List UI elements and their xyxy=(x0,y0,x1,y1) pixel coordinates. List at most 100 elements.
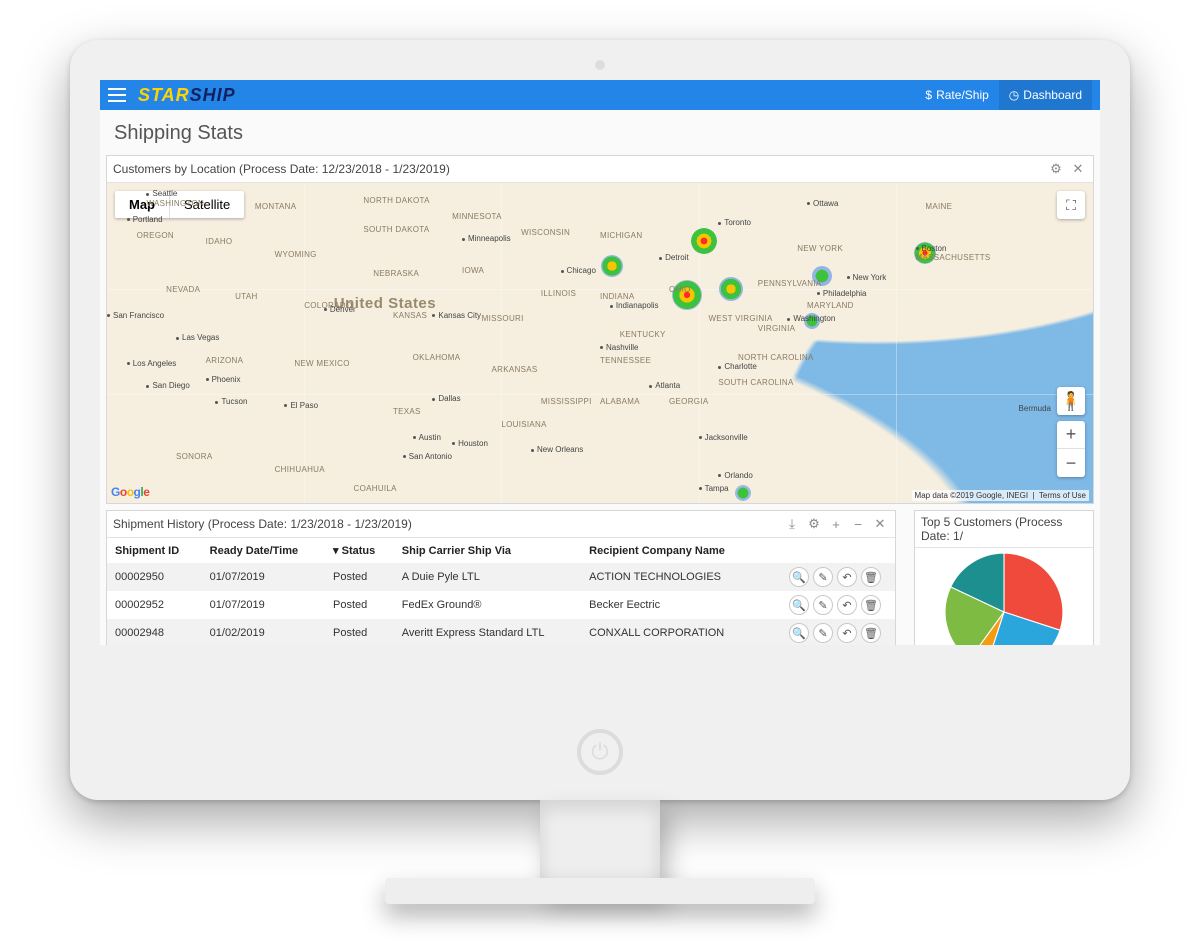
clock-icon: ◷ xyxy=(1009,88,1019,102)
brand-star: STAR xyxy=(138,85,190,105)
col-status[interactable]: ▾ Status xyxy=(325,538,394,563)
map-terms-link[interactable]: Terms of Use xyxy=(1039,491,1086,500)
camera-dot xyxy=(595,60,605,70)
row-actions: 🔍✎↶🗑 xyxy=(768,623,887,643)
map-city-label: New York xyxy=(847,273,887,282)
map-state-label: KENTUCKY xyxy=(620,330,666,339)
magnifier-icon[interactable]: 🔍 xyxy=(789,595,809,615)
undo-icon[interactable]: ↶ xyxy=(837,567,857,587)
heatspot xyxy=(735,485,751,501)
gear-icon[interactable]: ⚙ xyxy=(1047,160,1065,178)
download-icon[interactable]: ⤓ xyxy=(783,515,801,533)
col-status-label: Status xyxy=(342,545,376,557)
col-recipient[interactable]: Recipient Company Name xyxy=(581,538,760,563)
cell-status: Posted xyxy=(325,563,394,591)
map-label-bermuda: Bermuda xyxy=(1019,404,1051,413)
monitor-stand-neck xyxy=(540,800,660,890)
map-state-label: MISSISSIPPI xyxy=(541,397,592,406)
trash-icon[interactable]: 🗑 xyxy=(861,595,881,615)
map-city-label: Washington xyxy=(787,314,835,323)
map-state-label: WASHINGTON xyxy=(146,199,204,208)
map-state-label: SONORA xyxy=(176,452,212,461)
map-state-label: MINNESOTA xyxy=(452,212,502,221)
map-state-label: OREGON xyxy=(137,231,174,240)
map-city-label: Seattle xyxy=(146,189,177,198)
map-state-label: NEBRASKA xyxy=(373,269,419,278)
map-city-label: Los Angeles xyxy=(127,359,177,368)
nav-rate-ship[interactable]: $ Rate/Ship xyxy=(915,80,998,110)
zoom-in-button[interactable]: + xyxy=(1057,421,1085,449)
table-row[interactable]: 0000295201/07/2019PostedFedEx Ground®Bec… xyxy=(107,591,895,619)
map-state-label: MARYLAND xyxy=(807,301,854,310)
minus-icon[interactable]: − xyxy=(849,515,867,533)
table-row[interactable]: 0000295001/07/2019PostedA Duie Pyle LTLA… xyxy=(107,563,895,591)
gear-icon[interactable]: ⚙ xyxy=(805,515,823,533)
trash-icon[interactable]: 🗑 xyxy=(861,623,881,643)
cell-carrier: A Duie Pyle LTL xyxy=(394,563,581,591)
cell-status: Posted xyxy=(325,619,394,645)
zoom-control: + − xyxy=(1057,421,1085,477)
map-credits: Map data ©2019 Google, INEGI | Terms of … xyxy=(912,490,1089,501)
map-state-label: NORTH DAKOTA xyxy=(363,196,429,205)
map-city-label: Kansas City xyxy=(432,311,481,320)
street-view-pegman[interactable]: 🧍 xyxy=(1057,387,1085,415)
map-city-label: Austin xyxy=(413,433,441,442)
col-ready-date[interactable]: Ready Date/Time xyxy=(202,538,325,563)
table-row[interactable]: 0000294801/02/2019PostedAveritt Express … xyxy=(107,619,895,645)
close-icon[interactable]: ✕ xyxy=(1069,160,1087,178)
magnifier-icon[interactable]: 🔍 xyxy=(789,623,809,643)
shipment-history-table: Shipment ID Ready Date/Time ▾ Status Shi… xyxy=(107,538,895,645)
zoom-out-button[interactable]: − xyxy=(1057,449,1085,477)
monitor-stand-base xyxy=(385,878,815,904)
map-city-label: Ottawa xyxy=(807,199,838,208)
map-city-label: San Francisco xyxy=(107,311,164,320)
brand-ship: SHIP xyxy=(190,85,236,105)
row-actions: 🔍✎↶🗑 xyxy=(768,595,887,615)
map-state-label: CHIHUAHUA xyxy=(275,465,325,474)
map-panel-title: Customers by Location (Process Date: 12/… xyxy=(113,162,1043,176)
map-state-label: ALABAMA xyxy=(600,397,640,406)
plus-icon[interactable]: + xyxy=(827,515,845,533)
customers-panel-title: Top 5 Customers (Process Date: 1/ xyxy=(921,515,1087,543)
hamburger-menu-button[interactable] xyxy=(108,88,126,102)
map-state-label: WYOMING xyxy=(275,250,317,259)
fullscreen-button[interactable]: ⛶ xyxy=(1057,191,1085,219)
map-state-label: MAINE xyxy=(925,202,952,211)
map-city-label: Chicago xyxy=(561,266,596,275)
nav-dashboard[interactable]: ◷ Dashboard xyxy=(999,80,1092,110)
map-state-label: ARIZONA xyxy=(206,356,244,365)
heatspot xyxy=(719,277,743,301)
map-city-label: New Orleans xyxy=(531,445,583,454)
map-city-label: Las Vegas xyxy=(176,333,219,342)
pencil-icon[interactable]: ✎ xyxy=(813,567,833,587)
map-canvas[interactable]: Map Satellite ⛶ xyxy=(107,183,1093,503)
trash-icon[interactable]: 🗑 xyxy=(861,567,881,587)
cell-ready-date: 01/07/2019 xyxy=(202,591,325,619)
col-carrier[interactable]: Ship Carrier Ship Via xyxy=(394,538,581,563)
customers-by-location-panel: Customers by Location (Process Date: 12/… xyxy=(106,155,1094,504)
pencil-icon[interactable]: ✎ xyxy=(813,595,833,615)
undo-icon[interactable]: ↶ xyxy=(837,595,857,615)
cell-ready-date: 01/07/2019 xyxy=(202,563,325,591)
shipment-history-panel: Shipment History (Process Date: 1/23/201… xyxy=(106,510,896,645)
power-icon: ⏻ xyxy=(577,729,623,775)
map-state-label: NORTH CAROLINA xyxy=(738,353,814,362)
map-city-label: Nashville xyxy=(600,343,638,352)
map-city-label: Minneapolis xyxy=(462,234,511,243)
undo-icon[interactable]: ↶ xyxy=(837,623,857,643)
heatspot xyxy=(601,255,623,277)
map-state-label: COAHUILA xyxy=(354,484,397,493)
col-shipment-id[interactable]: Shipment ID xyxy=(107,538,202,563)
cell-carrier: FedEx Ground® xyxy=(394,591,581,619)
close-icon[interactable]: ✕ xyxy=(871,515,889,533)
map-credits-text: Map data ©2019 Google, INEGI xyxy=(915,491,1029,500)
page-title: Shipping Stats xyxy=(100,110,1100,155)
map-state-label: NEW MEXICO xyxy=(294,359,349,368)
magnifier-icon[interactable]: 🔍 xyxy=(789,567,809,587)
heatspot xyxy=(691,228,717,254)
pencil-icon[interactable]: ✎ xyxy=(813,623,833,643)
map-state-label: MONTANA xyxy=(255,202,297,211)
map-city-label: Houston xyxy=(452,439,488,448)
history-panel-header: Shipment History (Process Date: 1/23/201… xyxy=(107,511,895,538)
map-city-label: Denver xyxy=(324,305,356,314)
